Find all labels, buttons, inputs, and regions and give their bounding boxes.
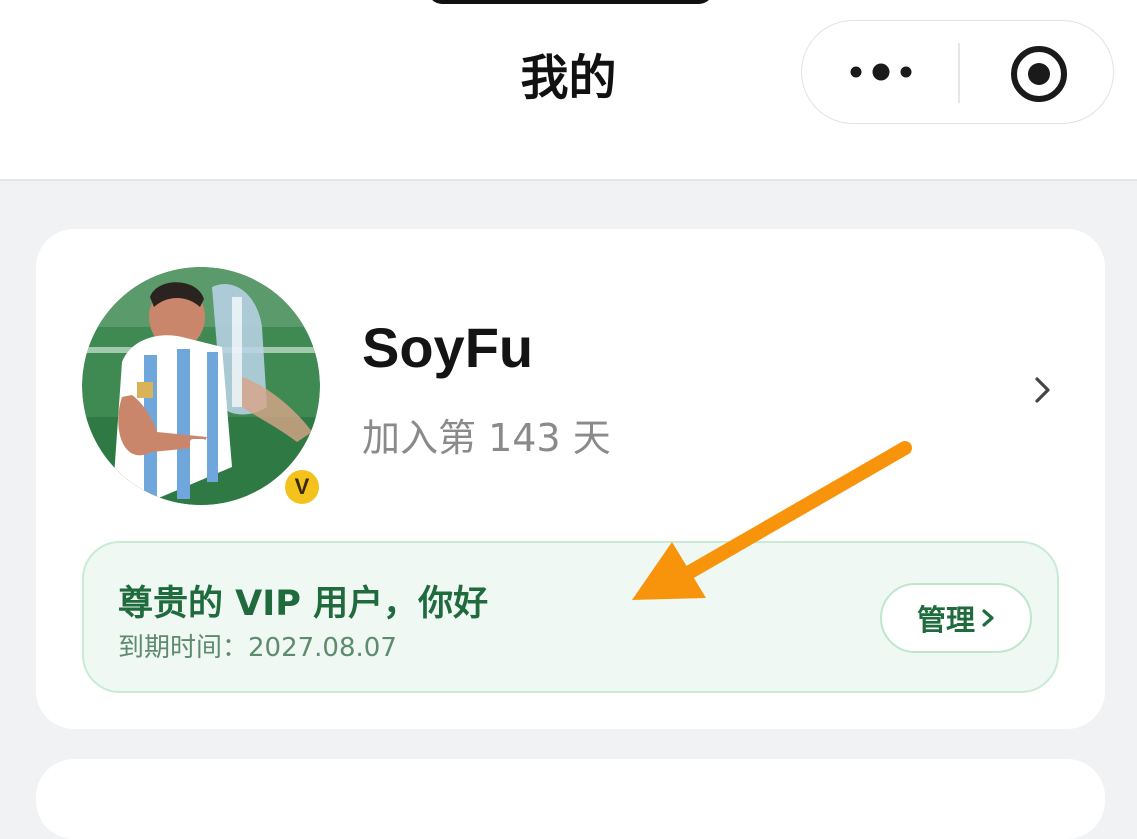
more-icon[interactable] <box>848 61 914 83</box>
vip-expiry: 到期时间：2027.08.07 <box>118 633 397 663</box>
target-icon[interactable] <box>1009 44 1069 104</box>
profile-row[interactable]: V SoyFu 加入第 143 天 <box>36 229 1105 529</box>
capsule-divider <box>958 43 960 103</box>
chevron-right-icon <box>982 609 994 627</box>
mini-program-capsule <box>801 20 1114 124</box>
chevron-right-icon <box>1035 377 1050 403</box>
avatar <box>82 267 320 505</box>
username: SoyFu <box>362 316 534 379</box>
join-days-text: 加入第 143 天 <box>362 416 611 460</box>
vip-badge: V <box>282 467 322 507</box>
top-nav-bar: 我的 <box>0 0 1137 181</box>
manage-button[interactable]: 管理 <box>880 583 1032 653</box>
vip-greeting: 尊贵的 VIP 用户，你好 <box>118 584 489 624</box>
profile-card: V SoyFu 加入第 143 天 尊贵的 VIP 用户，你好 到期时间：202… <box>36 229 1105 729</box>
vip-banner: 尊贵的 VIP 用户，你好 到期时间：2027.08.07 管理 <box>82 541 1059 693</box>
next-card <box>36 759 1105 839</box>
device-notch <box>428 0 713 4</box>
manage-button-label: 管理 <box>916 603 975 637</box>
